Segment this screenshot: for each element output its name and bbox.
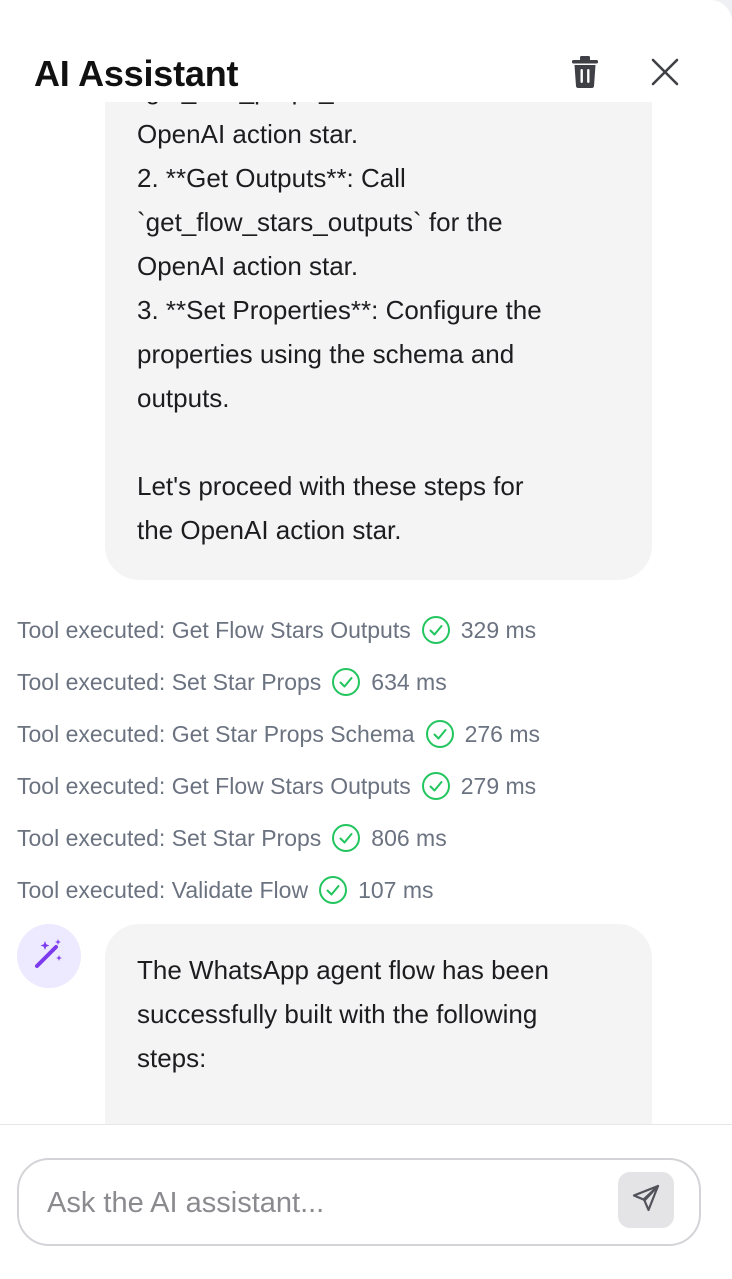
message-line: `get_flow_stars_outputs` for the bbox=[137, 207, 503, 237]
assistant-message: `get_star_props_schema` for the OpenAI a… bbox=[105, 102, 652, 580]
message-line: `get_star_props_schema` for the bbox=[137, 102, 620, 112]
panel-title: AI Assistant bbox=[34, 53, 239, 94]
tool-call-row: Tool executed: Get Flow Stars Outputs 27… bbox=[17, 769, 536, 803]
send-button[interactable] bbox=[618, 1172, 674, 1228]
tool-call-label: Tool executed: Set Star Props bbox=[17, 668, 322, 695]
assistant-avatar bbox=[17, 924, 81, 988]
message-line: successfully built with the following bbox=[137, 999, 538, 1029]
check-circle-icon bbox=[421, 615, 451, 645]
message-line: steps: bbox=[137, 1043, 207, 1073]
tool-call-label: Tool executed: Get Star Props Schema bbox=[17, 720, 415, 747]
tool-call-label: Tool executed: Validate Flow bbox=[17, 876, 309, 903]
panel-header: AI Assistant bbox=[0, 0, 732, 102]
message-line: Let's proceed with these steps for bbox=[137, 471, 524, 501]
tool-call-duration: 107 ms bbox=[358, 876, 434, 903]
composer-input-wrap bbox=[17, 1158, 701, 1246]
tool-call-label: Tool executed: Set Star Props bbox=[17, 824, 322, 851]
message-list[interactable]: `get_star_props_schema` for the OpenAI a… bbox=[0, 102, 732, 1124]
message-line: 2. **Get Outputs**: Call bbox=[137, 163, 406, 193]
tool-call-duration: 806 ms bbox=[371, 824, 447, 851]
check-circle-icon bbox=[331, 667, 361, 697]
chat-input[interactable] bbox=[45, 1178, 609, 1228]
tool-call-row: Tool executed: Set Star Props 634 ms bbox=[17, 665, 447, 699]
tool-call-label: Tool executed: Get Flow Stars Outputs bbox=[17, 616, 411, 643]
tool-call-row: Tool executed: Validate Flow 107 ms bbox=[17, 873, 434, 907]
message-line: the OpenAI action star. bbox=[137, 515, 402, 545]
magic-wand-icon bbox=[32, 937, 66, 976]
tool-call-duration: 276 ms bbox=[464, 720, 541, 747]
message-line: OpenAI action star. bbox=[137, 251, 359, 281]
check-circle-icon bbox=[318, 875, 348, 905]
clear-chat-button[interactable] bbox=[565, 54, 605, 94]
tool-call-duration: 634 ms bbox=[371, 668, 447, 695]
message-line: OpenAI action star. bbox=[137, 119, 359, 149]
assistant-panel: AI Assistant `get_star_props_sc bbox=[0, 0, 732, 1279]
assistant-message: The WhatsApp agent flow has been success… bbox=[105, 924, 652, 1124]
send-icon bbox=[631, 1183, 661, 1218]
tool-call-row: Tool executed: Get Star Props Schema 276… bbox=[17, 717, 540, 751]
trash-icon bbox=[569, 55, 601, 94]
tool-call-label: Tool executed: Get Flow Stars Outputs bbox=[17, 772, 411, 799]
close-icon bbox=[651, 58, 679, 91]
message-line: 3. **Set Properties**: Configure the bbox=[137, 295, 542, 325]
message-line: outputs. bbox=[137, 383, 230, 413]
tool-call-row: Tool executed: Get Flow Stars Outputs 32… bbox=[17, 613, 536, 647]
check-circle-icon bbox=[421, 771, 451, 801]
tool-call-duration: 329 ms bbox=[460, 616, 537, 643]
composer bbox=[0, 1125, 732, 1279]
tool-call-row: Tool executed: Set Star Props 806 ms bbox=[17, 821, 447, 855]
check-circle-icon bbox=[331, 823, 361, 853]
message-line: properties using the schema and bbox=[137, 339, 515, 369]
check-circle-icon bbox=[425, 719, 455, 749]
tool-call-duration: 279 ms bbox=[460, 772, 537, 799]
close-button[interactable] bbox=[645, 54, 685, 94]
message-line: The WhatsApp agent flow has been bbox=[137, 955, 549, 985]
